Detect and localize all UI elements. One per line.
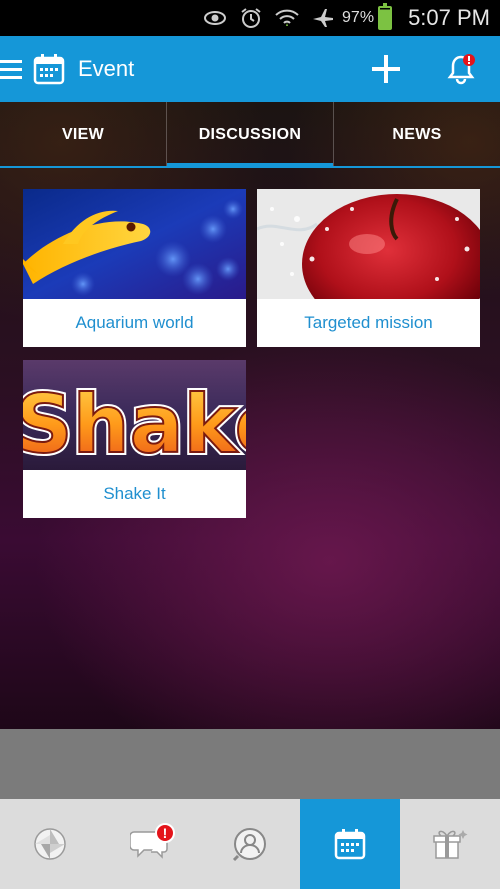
shake-art-text: Shake bbox=[23, 378, 246, 470]
content-area: VIEW DISCUSSION NEWS Aquarium world Targ… bbox=[0, 102, 500, 729]
event-card[interactable]: Targeted mission bbox=[257, 189, 480, 347]
shake-image: Shake Shake bbox=[23, 360, 246, 470]
tab-label: NEWS bbox=[392, 126, 442, 143]
calendar-icon bbox=[33, 54, 65, 85]
chat-badge: ! bbox=[155, 823, 175, 843]
card-title: Aquarium world bbox=[75, 313, 194, 332]
nav-item-events[interactable] bbox=[300, 799, 400, 889]
alarm-icon bbox=[238, 7, 264, 29]
bell-icon bbox=[447, 54, 475, 85]
tab-discussion[interactable]: DISCUSSION bbox=[167, 102, 334, 168]
gift-icon bbox=[433, 830, 468, 859]
card-title: Shake It bbox=[103, 484, 166, 503]
calendar-icon bbox=[334, 829, 366, 860]
airplane-icon bbox=[310, 7, 336, 29]
tab-label: DISCUSSION bbox=[198, 126, 302, 143]
ad-banner-area bbox=[0, 729, 500, 799]
nav-item-profile[interactable] bbox=[200, 799, 300, 889]
add-icon[interactable] bbox=[370, 53, 402, 85]
battery-percent: 97% bbox=[342, 9, 375, 26]
apple-image bbox=[257, 189, 480, 299]
status-bar: 97% 5:07 PM bbox=[0, 0, 500, 36]
card-title: Targeted mission bbox=[304, 313, 433, 332]
aperture-icon bbox=[34, 828, 66, 860]
nav-item-gallery[interactable] bbox=[0, 799, 100, 889]
app-bar: Event bbox=[0, 36, 500, 102]
page-title: Event bbox=[78, 56, 135, 81]
status-icons: 97% 5:07 PM bbox=[202, 3, 490, 31]
event-card[interactable]: Aquarium world bbox=[23, 189, 246, 347]
tab-label: VIEW bbox=[61, 126, 105, 143]
app-actions bbox=[370, 53, 500, 85]
tab-bar: VIEW DISCUSSION NEWS bbox=[0, 102, 500, 168]
notifications-button[interactable] bbox=[446, 53, 476, 85]
fish-image bbox=[23, 189, 246, 299]
tab-view[interactable]: VIEW bbox=[0, 102, 167, 168]
nav-item-gifts[interactable] bbox=[400, 799, 500, 889]
event-card[interactable]: Shake Shake Shake It bbox=[23, 360, 246, 518]
tab-news[interactable]: NEWS bbox=[334, 102, 500, 168]
menu-icon[interactable] bbox=[0, 36, 26, 102]
nav-item-chat[interactable]: ! bbox=[100, 799, 200, 889]
profile-icon bbox=[232, 828, 266, 862]
bottom-nav: ! bbox=[0, 799, 500, 889]
wifi-icon bbox=[274, 7, 300, 29]
eye-icon bbox=[202, 7, 228, 29]
clock: 5:07 PM bbox=[408, 5, 490, 30]
tab-underline bbox=[0, 166, 500, 168]
battery-icon bbox=[378, 3, 393, 30]
